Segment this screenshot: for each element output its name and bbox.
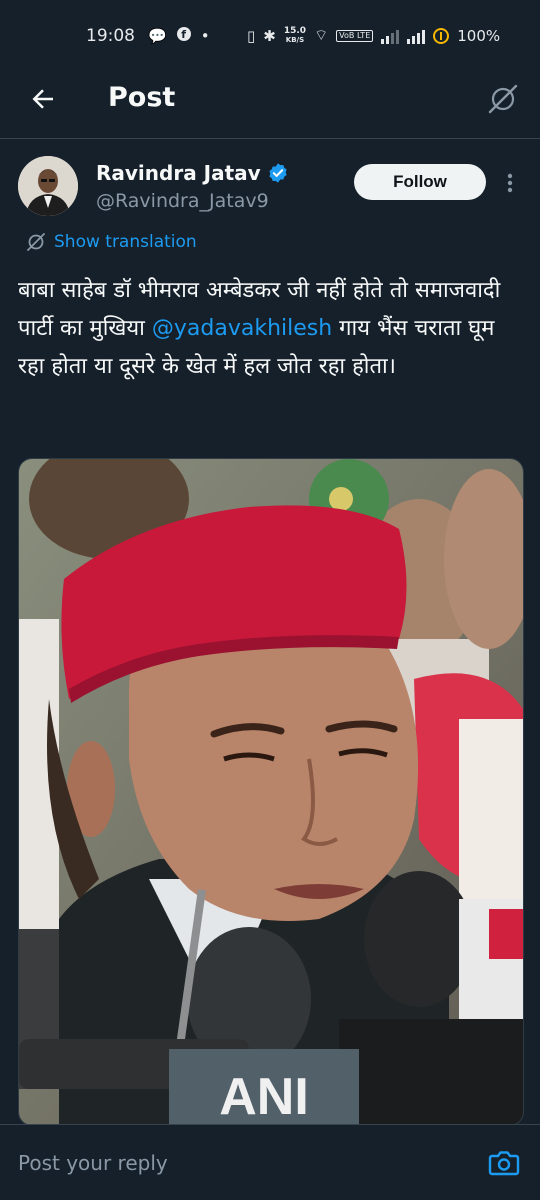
facebook-notification-icon: f xyxy=(176,27,191,41)
vibrate-icon: ▯ xyxy=(247,26,256,45)
wifi-icon: ⌔ xyxy=(314,26,329,44)
reply-input[interactable] xyxy=(18,1151,438,1175)
mic-brand-label: ANI xyxy=(219,1068,309,1125)
page-title: Post xyxy=(108,82,176,113)
author-name-row[interactable]: Ravindra Jatav xyxy=(96,161,289,185)
show-translation-link[interactable]: Show translation xyxy=(26,232,197,252)
mention-link[interactable]: @yadavakhilesh xyxy=(152,316,332,341)
translate-icon xyxy=(27,233,45,251)
avatar[interactable] xyxy=(18,156,78,216)
status-bar: 19:08 💬 f • ▯ ✱ 15.0 KB/S ⌔ VoB LTE 100% xyxy=(0,0,540,72)
chat-notification-icon: 💬 xyxy=(148,27,167,45)
bluetooth-icon: ✱ xyxy=(263,26,276,45)
post-image[interactable]: ANI xyxy=(18,458,524,1126)
notification-icons: 💬 f • xyxy=(148,27,210,45)
post-text: बाबा साहेब डॉ भीमराव अम्बेडकर जी नहीं हो… xyxy=(18,272,523,386)
battery-percent: 100% xyxy=(457,26,501,45)
follow-button[interactable]: Follow xyxy=(354,164,486,200)
author-name[interactable]: Ravindra Jatav xyxy=(96,161,261,185)
author-handle[interactable]: @Ravindra_Jatav9 xyxy=(96,190,269,212)
verified-icon xyxy=(269,163,287,183)
back-arrow-icon[interactable] xyxy=(28,84,58,114)
signal-2-icon xyxy=(407,28,426,44)
signal-1-icon xyxy=(381,28,400,44)
net-speed: 15.0 KB/S xyxy=(283,25,307,44)
more-notifications-dot: • xyxy=(200,27,210,45)
status-right: ▯ ✱ 15.0 KB/S ⌔ VoB LTE 100% xyxy=(247,26,500,45)
camera-icon[interactable] xyxy=(488,1149,520,1177)
grok-icon[interactable] xyxy=(486,82,520,116)
battery-saver-icon xyxy=(433,27,450,44)
status-time: 19:08 xyxy=(86,26,135,46)
more-icon[interactable] xyxy=(500,170,520,198)
volte-badge: VoB LTE xyxy=(336,29,374,42)
reply-bar xyxy=(0,1124,540,1200)
show-translation-label[interactable]: Show translation xyxy=(54,232,197,252)
post-header: Post xyxy=(0,72,540,139)
